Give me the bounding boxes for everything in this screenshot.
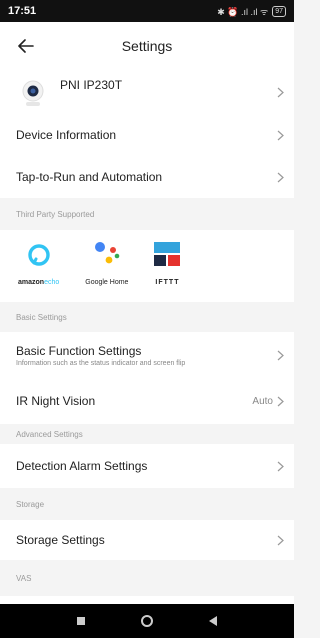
basic-function-settings-description: Information such as the status indicator… xyxy=(16,359,186,367)
tap-to-run-row[interactable]: Tap-to-Run and Automation xyxy=(0,156,294,198)
device-name: PNI IP230T xyxy=(60,78,123,92)
device-section: PNI IP230T Device Information Tap-to-Run… xyxy=(0,70,294,198)
ir-night-vision-row[interactable]: IR Night Vision Auto xyxy=(0,378,294,424)
page-title: Settings xyxy=(121,38,173,54)
chevron-right-icon xyxy=(277,396,284,407)
tap-to-run-label: Tap-to-Run and Automation xyxy=(16,170,163,184)
storage-settings-row[interactable]: Storage Settings xyxy=(0,520,294,560)
storage-settings-label: Storage Settings xyxy=(16,533,105,547)
google-home-item[interactable]: Google Home xyxy=(85,240,128,286)
home-icon[interactable] xyxy=(141,615,153,627)
ir-night-vision-label: IR Night Vision xyxy=(16,394,96,408)
chevron-right-icon xyxy=(277,172,284,183)
basic-settings-header: Basic Settings xyxy=(0,302,294,332)
google-assistant-icon xyxy=(92,240,122,271)
amazon-echo-label: amazonecho xyxy=(18,279,59,286)
device-information-label: Device Information xyxy=(16,128,117,142)
basic-function-settings-label: Basic Function Settings xyxy=(16,343,142,358)
device-information-row[interactable]: Device Information xyxy=(0,114,294,156)
advanced-settings-header: Advanced Settings xyxy=(0,424,294,444)
google-home-label: Google Home xyxy=(85,279,129,286)
alexa-icon xyxy=(27,244,50,271)
chevron-right-icon xyxy=(277,535,284,546)
camera-icon xyxy=(20,79,46,106)
status-time: 17:51 xyxy=(8,5,37,17)
amazon-echo-item[interactable]: amazonecho xyxy=(18,244,59,286)
chevron-right-icon xyxy=(277,87,284,98)
amazon-echo-brand: amazon xyxy=(18,279,45,286)
battery-icon: 97 xyxy=(272,5,286,17)
chevron-right-icon xyxy=(277,350,284,361)
status-indicator-icons: ✱ ⏰ .ıl .ıl ᯤ xyxy=(217,6,269,17)
detection-alarm-settings-label: Detection Alarm Settings xyxy=(16,459,148,473)
system-navigation-bar xyxy=(0,604,294,638)
vas-header: VAS xyxy=(0,560,294,596)
status-bar: 17:51 ✱ ⏰ .ıl .ıl ᯤ 97 xyxy=(0,0,294,22)
third-party-section: amazonecho Google Home IFTTT xyxy=(0,230,294,302)
chevron-right-icon xyxy=(277,461,284,472)
amazon-echo-product: echo xyxy=(44,279,60,286)
ifttt-icon xyxy=(154,242,181,271)
basic-function-settings-row[interactable]: Basic Function Settings Information such… xyxy=(0,332,294,378)
status-icons: ✱ ⏰ .ıl .ıl ᯤ 97 xyxy=(217,5,286,18)
recent-apps-icon[interactable] xyxy=(77,617,85,625)
chevron-right-icon xyxy=(277,130,284,141)
back-arrow-icon[interactable] xyxy=(14,34,38,58)
detection-alarm-settings-row[interactable]: Detection Alarm Settings xyxy=(0,444,294,488)
ifttt-item[interactable]: IFTTT xyxy=(154,242,181,286)
app-header: Settings xyxy=(0,22,294,70)
vas-section xyxy=(0,596,294,604)
ir-night-vision-value: Auto xyxy=(252,395,273,407)
third-party-header: Third Party Supported xyxy=(0,198,294,230)
storage-section: Storage Settings xyxy=(0,520,294,560)
ifttt-label: IFTTT xyxy=(155,279,180,286)
device-row[interactable]: PNI IP230T xyxy=(0,70,294,114)
advanced-settings-section: Detection Alarm Settings xyxy=(0,444,294,488)
storage-header: Storage xyxy=(0,488,294,520)
basic-settings-section: Basic Function Settings Information such… xyxy=(0,332,294,424)
back-icon[interactable] xyxy=(209,616,217,626)
